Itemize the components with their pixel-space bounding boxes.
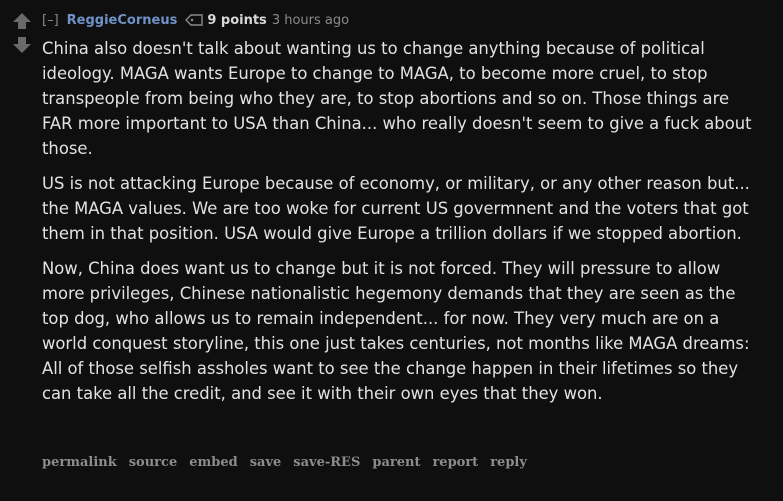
report-button[interactable]: report <box>432 455 478 470</box>
vote-controls <box>12 12 32 60</box>
author-link[interactable]: ReggieCorneus <box>67 13 178 28</box>
save-button[interactable]: save <box>250 455 282 470</box>
comment-paragraph: China also doesn't talk about wanting us… <box>42 39 752 158</box>
reply-button[interactable]: reply <box>490 455 527 470</box>
collapse-toggle[interactable]: [–] <box>42 13 59 28</box>
comment-paragraph: Now, China does want us to change but it… <box>42 259 750 403</box>
upvote-arrow-icon[interactable] <box>12 12 32 30</box>
comment-tagline: [–] ReggieCorneus 9 points 3 hours ago <box>42 10 349 30</box>
save-res-button[interactable]: save-RES <box>293 455 360 470</box>
source-button[interactable]: source <box>129 455 177 470</box>
permalink-button[interactable]: permalink <box>42 455 117 470</box>
comment-score: 9 points <box>207 12 267 28</box>
comment: [–] ReggieCorneus 9 points 3 hours ago C… <box>0 0 783 501</box>
comment-paragraph: US is not attacking Europe because of ec… <box>42 174 750 243</box>
comment-body: China also doesn't talk about wanting us… <box>42 36 764 416</box>
tag-icon[interactable] <box>185 14 204 26</box>
comment-actions: permalink source embed save save-RES par… <box>42 455 527 470</box>
embed-button[interactable]: embed <box>189 455 237 470</box>
parent-button[interactable]: parent <box>372 455 420 470</box>
comment-timestamp: 3 hours ago <box>271 12 350 28</box>
downvote-arrow-icon[interactable] <box>12 36 32 54</box>
